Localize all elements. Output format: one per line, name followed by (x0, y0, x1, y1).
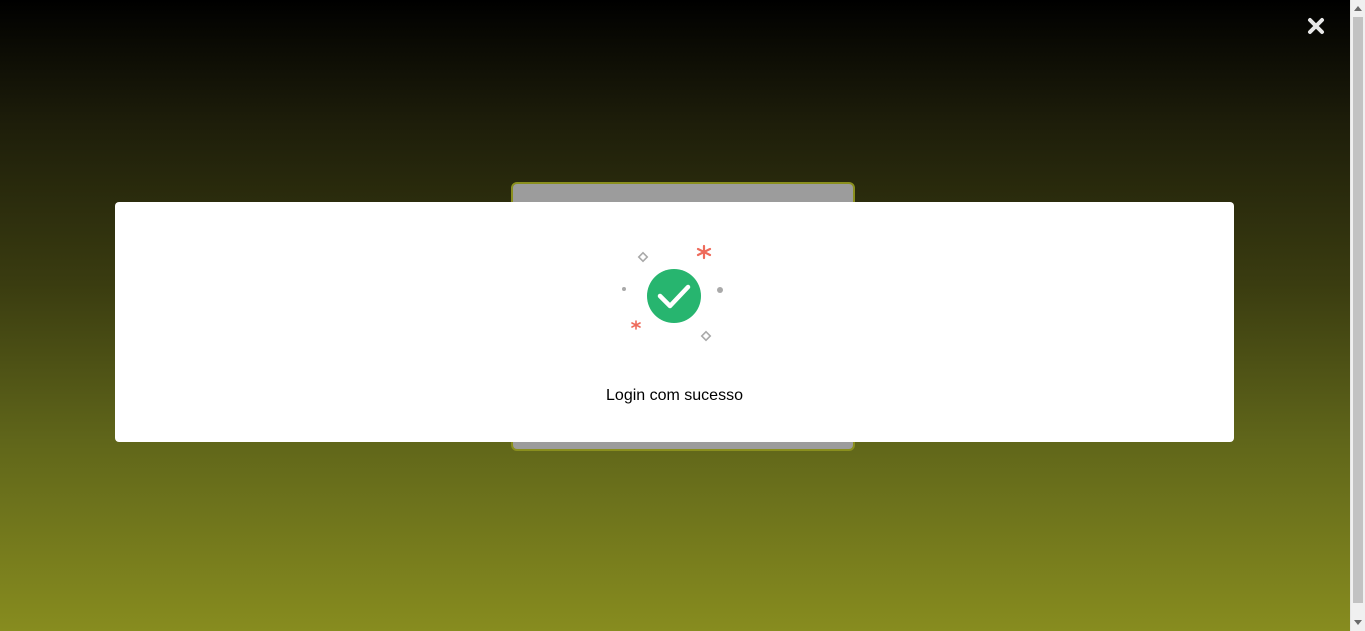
success-illustration (614, 240, 734, 350)
confetti-dot-icon (622, 287, 626, 291)
confetti-star-icon (696, 244, 712, 260)
page-overlay: Login com sucesso (0, 0, 1350, 631)
scroll-up-icon[interactable] (1354, 6, 1362, 11)
success-message: Login com sucesso (606, 387, 743, 404)
confetti-diamond-icon (700, 330, 712, 342)
confetti-dot-icon (717, 287, 723, 293)
check-circle-icon (647, 269, 701, 323)
success-modal: Login com sucesso (115, 202, 1234, 442)
scroll-thumb[interactable] (1353, 17, 1363, 603)
confetti-star-icon (631, 320, 641, 330)
confetti-diamond-icon (637, 251, 649, 263)
scroll-down-icon[interactable] (1354, 620, 1362, 625)
close-icon[interactable] (1304, 14, 1328, 38)
vertical-scrollbar[interactable] (1350, 0, 1365, 631)
